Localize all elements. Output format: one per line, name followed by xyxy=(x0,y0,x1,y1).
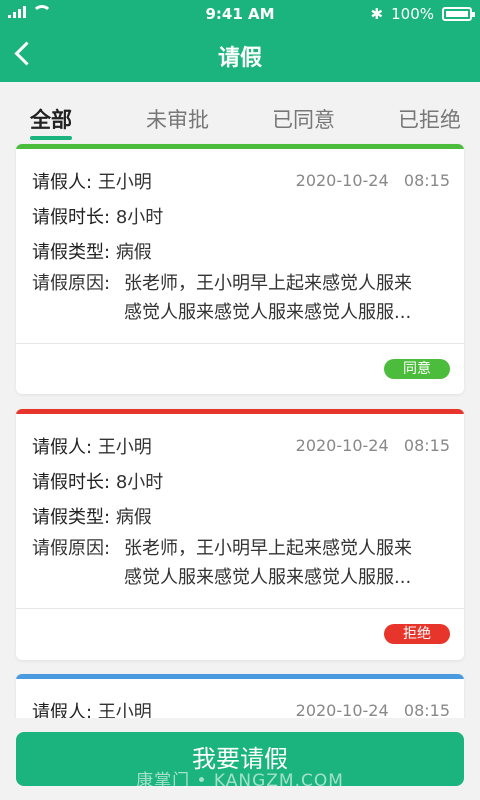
applicant-row: 请假人: 王小明 xyxy=(32,437,152,458)
card-status-strip xyxy=(16,409,464,414)
card-divider xyxy=(16,608,464,609)
status-badge: 拒绝 xyxy=(384,624,450,644)
applicant-row: 请假人: 王小明 xyxy=(32,172,152,193)
status-badge: 同意 xyxy=(384,359,450,379)
tab-pending[interactable]: 未审批 xyxy=(146,104,209,134)
leave-card[interactable]: 请假人: 王小明 2020-10-24 08:15 请假时长: 8小时 请假类型… xyxy=(16,409,464,660)
battery-percent: 100% xyxy=(391,5,434,23)
battery-icon xyxy=(442,7,475,21)
app-header: 9:41 AM ✱ 100% 请假 xyxy=(0,0,480,82)
page-title: 请假 xyxy=(217,46,262,71)
duration-row: 请假时长: 8小时 xyxy=(32,472,164,493)
card-status-strip xyxy=(16,674,464,679)
reason-row: 请假原因: 张老师，王小明早上起来感觉人服来 感觉人服来感觉人服来感觉人服服..… xyxy=(32,538,412,588)
leave-card[interactable]: 请假人: 王小明 2020-10-24 08:15 请假时长: 8小时 请假类型… xyxy=(16,144,464,394)
card-divider xyxy=(16,343,464,344)
status-right: ✱ 100% xyxy=(370,5,475,23)
bluetooth-icon: ✱ xyxy=(370,5,384,23)
tab-approved[interactable]: 已同意 xyxy=(272,104,335,134)
card-status-strip xyxy=(16,144,464,149)
filter-tabs: 全部 未审批 已同意 已拒绝 xyxy=(0,82,480,144)
type-row: 请假类型: 病假 xyxy=(32,507,152,528)
active-tab-indicator xyxy=(30,136,72,140)
submit-datetime: 2020-10-24 08:15 xyxy=(295,436,450,455)
duration-row: 请假时长: 8小时 xyxy=(32,207,164,228)
status-bar: 9:41 AM ✱ 100% xyxy=(0,0,480,30)
submit-datetime: 2020-10-24 08:15 xyxy=(295,171,450,190)
type-row: 请假类型: 病假 xyxy=(32,242,152,263)
tab-rejected[interactable]: 已拒绝 xyxy=(398,104,461,134)
tab-all[interactable]: 全部 xyxy=(30,104,72,140)
watermark: 康掌门 • KANGZM.COM xyxy=(136,771,344,791)
reason-row: 请假原因: 张老师，王小明早上起来感觉人服来 感觉人服来感觉人服来感觉人服服..… xyxy=(32,273,412,323)
